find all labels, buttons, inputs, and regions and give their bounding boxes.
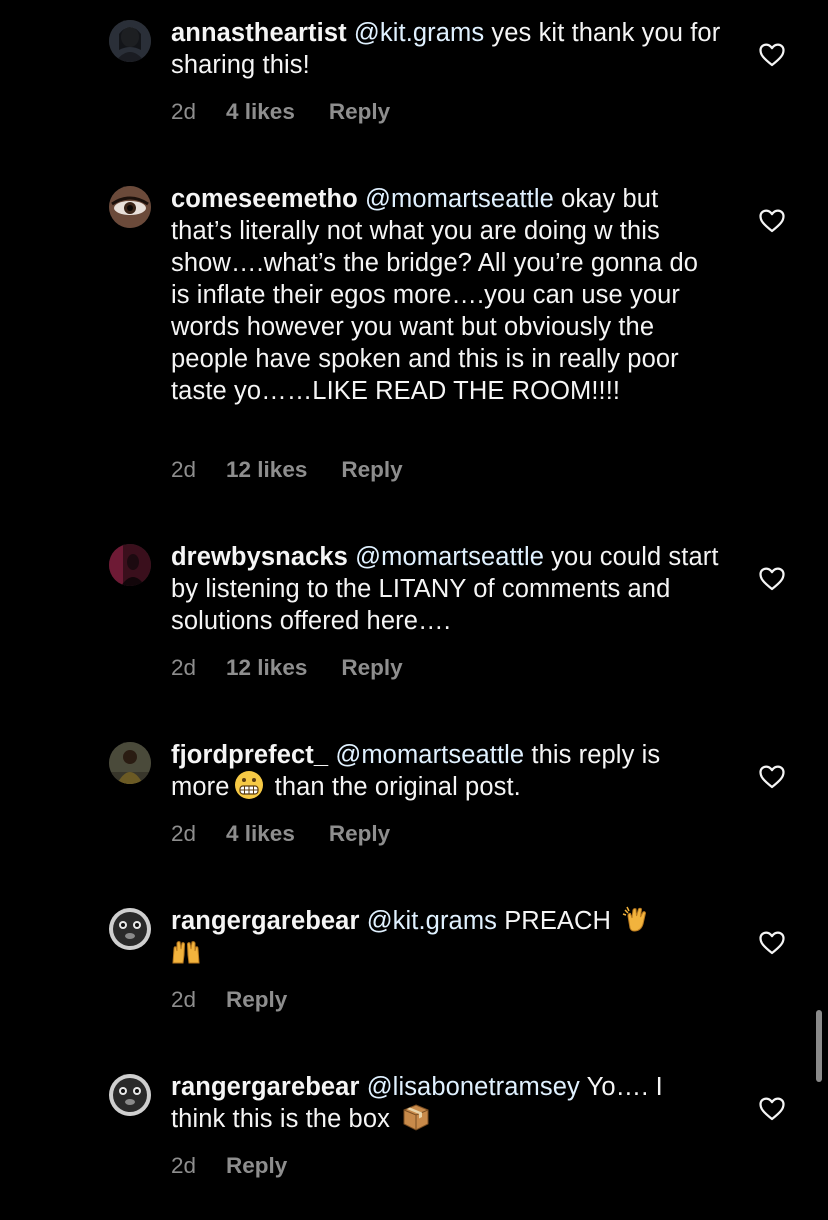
scrollbar[interactable]	[816, 1010, 822, 1082]
comment-time: 2d	[171, 99, 197, 124]
comment-time: 2d	[171, 655, 197, 680]
avatar[interactable]	[109, 742, 151, 784]
avatar[interactable]	[109, 544, 151, 586]
clapping-hands-emoji	[622, 904, 652, 934]
reply-button[interactable]: Reply	[329, 821, 390, 846]
avatar[interactable]	[109, 1074, 151, 1116]
comment-text: rangergarebear @lisabonetramsey Yo…. I t…	[171, 1071, 721, 1135]
comment-username[interactable]: annastheartist	[171, 19, 347, 47]
comment-text: annastheartist @kit.grams yes kit thank …	[171, 17, 721, 81]
comment-time: 2d	[171, 987, 197, 1012]
comment-body: okay but that’s literally not what you a…	[171, 185, 699, 405]
comment-username[interactable]: fjordprefect_	[171, 741, 328, 769]
grimacing-face-emoji	[234, 770, 264, 800]
comment-time: 2d	[171, 1153, 197, 1178]
reply-button[interactable]: Reply	[329, 99, 390, 124]
comment-mention[interactable]: @momartseattle	[365, 185, 554, 213]
comment-meta: 2d 4 likes Reply	[171, 98, 390, 126]
comment-username[interactable]: drewbysnacks	[171, 543, 348, 571]
comment-text: drewbysnacks @momartseattle you could st…	[171, 541, 721, 637]
comment-body: PREACH	[497, 907, 612, 935]
comment-meta: 2d 4 likes Reply	[171, 820, 390, 848]
comment-body-end: than the original post.	[267, 773, 521, 801]
comment-time: 2d	[171, 457, 197, 482]
heart-outline-icon[interactable]	[759, 931, 785, 955]
avatar[interactable]	[109, 186, 151, 228]
comment-time: 2d	[171, 821, 197, 846]
comment-likes[interactable]: 4 likes	[226, 99, 295, 124]
reply-button[interactable]: Reply	[341, 655, 402, 680]
comment-meta: 2d Reply	[171, 1152, 287, 1180]
comment-username[interactable]: rangergarebear	[171, 1073, 360, 1101]
reply-button[interactable]: Reply	[226, 987, 287, 1012]
comment-text: comeseemetho @momartseattle okay but tha…	[171, 183, 721, 407]
comment-meta: 2d 12 likes Reply	[171, 456, 403, 484]
comment-username[interactable]: rangergarebear	[171, 907, 360, 935]
avatar[interactable]	[109, 20, 151, 62]
avatar[interactable]	[109, 908, 151, 950]
comment-likes[interactable]: 4 likes	[226, 821, 295, 846]
comment-mention[interactable]: @kit.grams	[354, 19, 484, 47]
comment-text: fjordprefect_ @momartseattle this reply …	[171, 739, 721, 803]
heart-outline-icon[interactable]	[759, 209, 785, 233]
comment-mention[interactable]: @momartseattle	[335, 741, 524, 769]
comment-meta: 2d Reply	[171, 986, 287, 1014]
reply-button[interactable]: Reply	[226, 1153, 287, 1178]
comment-meta: 2d 12 likes Reply	[171, 654, 403, 682]
comment-mention[interactable]: @momartseattle	[355, 543, 544, 571]
comment-likes[interactable]: 12 likes	[226, 655, 307, 680]
comment-mention[interactable]: @kit.grams	[367, 907, 497, 935]
comment-likes[interactable]: 12 likes	[226, 457, 307, 482]
comment-mention[interactable]: @lisabonetramsey	[367, 1073, 580, 1101]
reply-button[interactable]: Reply	[341, 457, 402, 482]
package-emoji	[401, 1102, 431, 1132]
heart-outline-icon[interactable]	[759, 765, 785, 789]
heart-outline-icon[interactable]	[759, 1097, 785, 1121]
heart-outline-icon[interactable]	[759, 567, 785, 591]
heart-outline-icon[interactable]	[759, 43, 785, 67]
comment-username[interactable]: comeseemetho	[171, 185, 358, 213]
comment-text: rangergarebear @kit.grams PREACH	[171, 905, 721, 970]
raising-hands-emoji	[171, 937, 201, 967]
